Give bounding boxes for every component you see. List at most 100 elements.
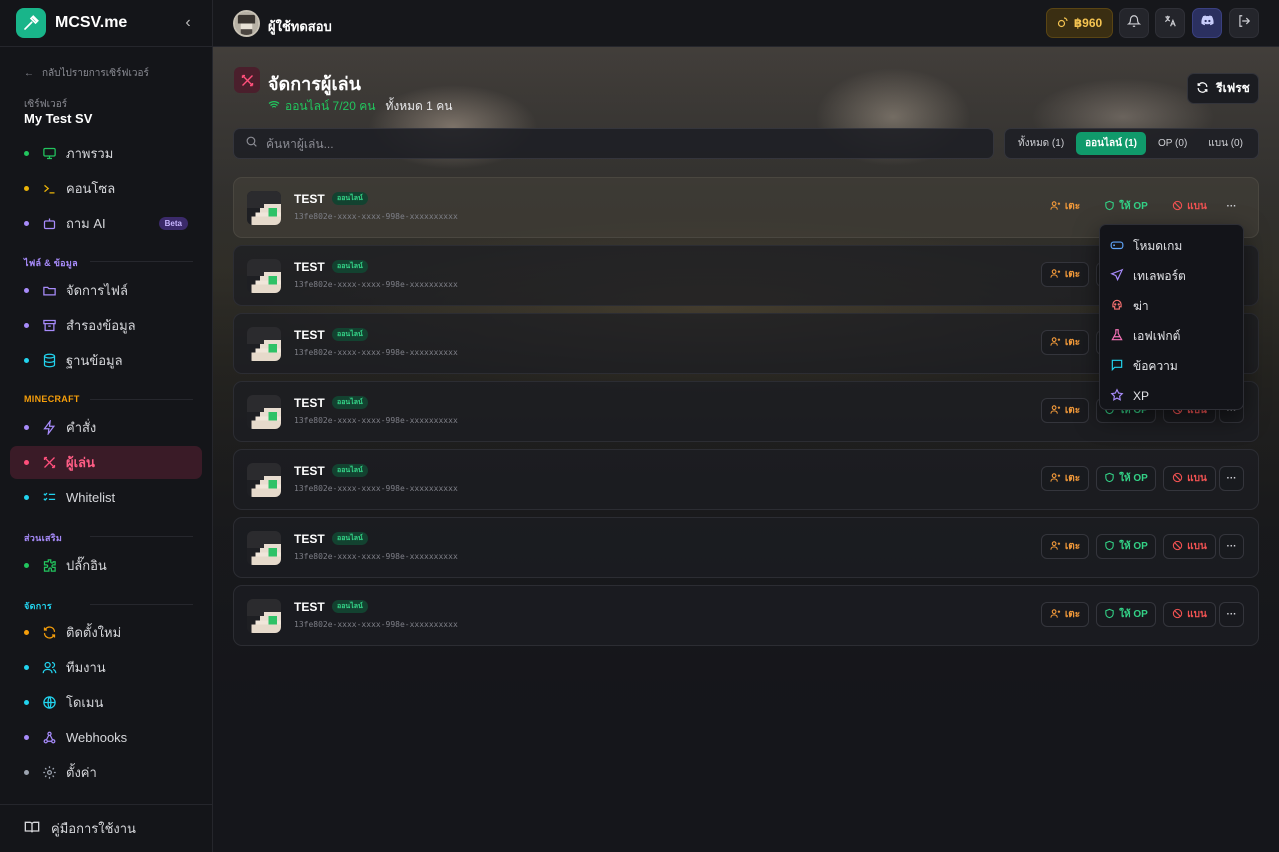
credits-balance-button[interactable]: ฿960 (1046, 8, 1113, 38)
section-minecraft: MINECRAFT (24, 394, 80, 404)
ban-button[interactable]: แบน (1163, 466, 1216, 491)
folder-icon (40, 282, 58, 300)
player-uuid: 13fe802e-xxxx-xxxx-998e-xxxxxxxxxx (294, 280, 458, 289)
logout-button[interactable] (1229, 8, 1259, 38)
menu-item-message[interactable]: ข้อความ (1100, 351, 1243, 381)
sidebar-item-database[interactable]: ฐานข้อมูล (10, 344, 202, 377)
kick-button[interactable]: เตะ (1041, 330, 1089, 355)
user-x-icon (1050, 200, 1061, 214)
server-name: My Test SV (24, 111, 93, 126)
more-actions-button[interactable]: ··· (1219, 534, 1244, 559)
shield-icon (1104, 608, 1115, 622)
player-row[interactable]: TEST ออนไลน์ 13fe802e-xxxx-xxxx-998e-xxxxx… (233, 585, 1259, 646)
kick-button[interactable]: เตะ (1041, 602, 1089, 627)
sidebar-item-plugins[interactable]: ปลั๊กอิน (10, 549, 202, 582)
kick-button[interactable]: เตะ (1041, 398, 1089, 423)
back-to-servers-link[interactable]: ← กลับไปรายการเซิร์ฟเวอร์ (24, 66, 149, 81)
ban-button[interactable]: แบน (1163, 602, 1216, 627)
menu-item-kill[interactable]: ฆ่า (1100, 291, 1243, 321)
back-link-label: กลับไปรายการเซิร์ฟเวอร์ (42, 68, 149, 79)
menu-item-gamemode[interactable]: โหมดเกม (1100, 231, 1243, 261)
sidebar-item-label: ปลั๊กอิน (66, 558, 107, 573)
section-manage: จัดการ (24, 601, 52, 611)
filter-all[interactable]: ทั้งหมด (1) (1009, 132, 1073, 155)
filter-op[interactable]: OP (0) (1149, 132, 1196, 155)
menu-item-xp[interactable]: XP (1100, 381, 1243, 411)
ban-label: แบน (1187, 609, 1207, 620)
notifications-button[interactable] (1119, 8, 1149, 38)
puzzle-icon (40, 557, 58, 575)
sidebar-item-webhooks[interactable]: Webhooks (10, 721, 202, 754)
give-op-button[interactable]: ให้ OP (1096, 602, 1156, 627)
ban-button[interactable]: แบน (1163, 194, 1216, 219)
ban-button[interactable]: แบน (1163, 534, 1216, 559)
kick-button[interactable]: เตะ (1041, 466, 1089, 491)
more-actions-button[interactable]: ··· (1219, 466, 1244, 491)
player-uuid: 13fe802e-xxxx-xxxx-998e-xxxxxxxxxx (294, 552, 458, 561)
filter-online[interactable]: ออนไลน์ (1) (1076, 132, 1146, 155)
section-divider (90, 399, 193, 400)
collapse-sidebar-icon[interactable]: ‹ (180, 14, 196, 32)
status-dot (24, 700, 29, 705)
sidebar-item-label: Webhooks (66, 730, 128, 745)
refresh-button[interactable]: รีเฟรช (1187, 73, 1259, 104)
status-dot (24, 630, 29, 635)
player-row[interactable]: TEST ออนไลน์ 13fe802e-xxxx-xxxx-998e-xxxxx… (233, 517, 1259, 578)
sidebar-item-players[interactable]: ผู้เล่น (10, 446, 202, 479)
user-x-icon (1050, 472, 1061, 486)
translate-icon (1163, 14, 1177, 33)
give-op-label: ให้ OP (1119, 201, 1148, 212)
sidebar-item-console[interactable]: คอนโซล (10, 172, 202, 205)
player-row[interactable]: TEST ออนไลน์ 13fe802e-xxxx-xxxx-998e-xxxxx… (233, 449, 1259, 510)
menu-item-label: ฆ่า (1133, 298, 1149, 313)
give-op-button[interactable]: ให้ OP (1096, 466, 1156, 491)
status-dot (24, 221, 29, 226)
more-actions-button[interactable]: ··· (1219, 194, 1244, 219)
kick-button[interactable]: เตะ (1041, 534, 1089, 559)
sidebar-item-label: Whitelist (66, 490, 116, 505)
sidebar-item-commands[interactable]: คำสั่ง (10, 411, 202, 444)
ban-label: แบน (1187, 201, 1207, 212)
give-op-button[interactable]: ให้ OP (1096, 194, 1156, 219)
player-name: TEST (294, 464, 325, 478)
sidebar-item-whitelist[interactable]: Whitelist (10, 481, 202, 514)
sidebar-item-label: จัดการไฟล์ (66, 283, 128, 298)
brand-name[interactable]: MCSV.me (55, 14, 127, 32)
language-button[interactable] (1155, 8, 1185, 38)
user-name[interactable]: ผู้ใช้ทดสอบ (268, 16, 332, 37)
player-uuid: 13fe802e-xxxx-xxxx-998e-xxxxxxxxxx (294, 484, 458, 493)
coin-icon (1057, 16, 1069, 31)
discord-button[interactable] (1192, 8, 1222, 38)
sidebar-item-team[interactable]: ทีมงาน (10, 651, 202, 684)
player-avatar (247, 599, 281, 633)
kick-label: เตะ (1064, 405, 1081, 416)
menu-item-teleport[interactable]: เทเลพอร์ต (1100, 261, 1243, 291)
menu-item-effect[interactable]: เอฟเฟกต์ (1100, 321, 1243, 351)
player-avatar (247, 327, 281, 361)
player-name: TEST (294, 192, 325, 206)
sidebar-item-overview[interactable]: ภาพรวม (10, 137, 202, 170)
sidebar-item-domain[interactable]: โดเมน (10, 686, 202, 719)
sidebar-item-ask-ai[interactable]: ถาม AI Beta (10, 207, 202, 240)
sidebar-item-files[interactable]: จัดการไฟล์ (10, 274, 202, 307)
sidebar-item-settings[interactable]: ตั้งค่า (10, 756, 202, 789)
give-op-label: ให้ OP (1119, 609, 1148, 620)
avatar[interactable] (233, 10, 260, 37)
sidebar-item-backup[interactable]: สำรองข้อมูล (10, 309, 202, 342)
search-input[interactable] (266, 136, 966, 151)
player-avatar (247, 531, 281, 565)
status-badge: ออนไลน์ (332, 600, 368, 613)
status-dot (24, 495, 29, 500)
menu-item-label: โหมดเกม (1133, 238, 1183, 253)
give-op-button[interactable]: ให้ OP (1096, 534, 1156, 559)
kick-button[interactable]: เตะ (1041, 194, 1089, 219)
filter-banned[interactable]: แบน (0) (1199, 132, 1252, 155)
brand-logo-icon[interactable] (16, 8, 46, 38)
more-actions-button[interactable]: ··· (1219, 602, 1244, 627)
kick-button[interactable]: เตะ (1041, 262, 1089, 287)
star-icon (1110, 387, 1124, 405)
beta-badge: Beta (158, 217, 188, 230)
sidebar-item-reinstall[interactable]: ติดตั้งใหม่ (10, 616, 202, 649)
user-guide-link[interactable]: คู่มือการใช้งาน (0, 804, 213, 852)
status-dot (24, 151, 29, 156)
